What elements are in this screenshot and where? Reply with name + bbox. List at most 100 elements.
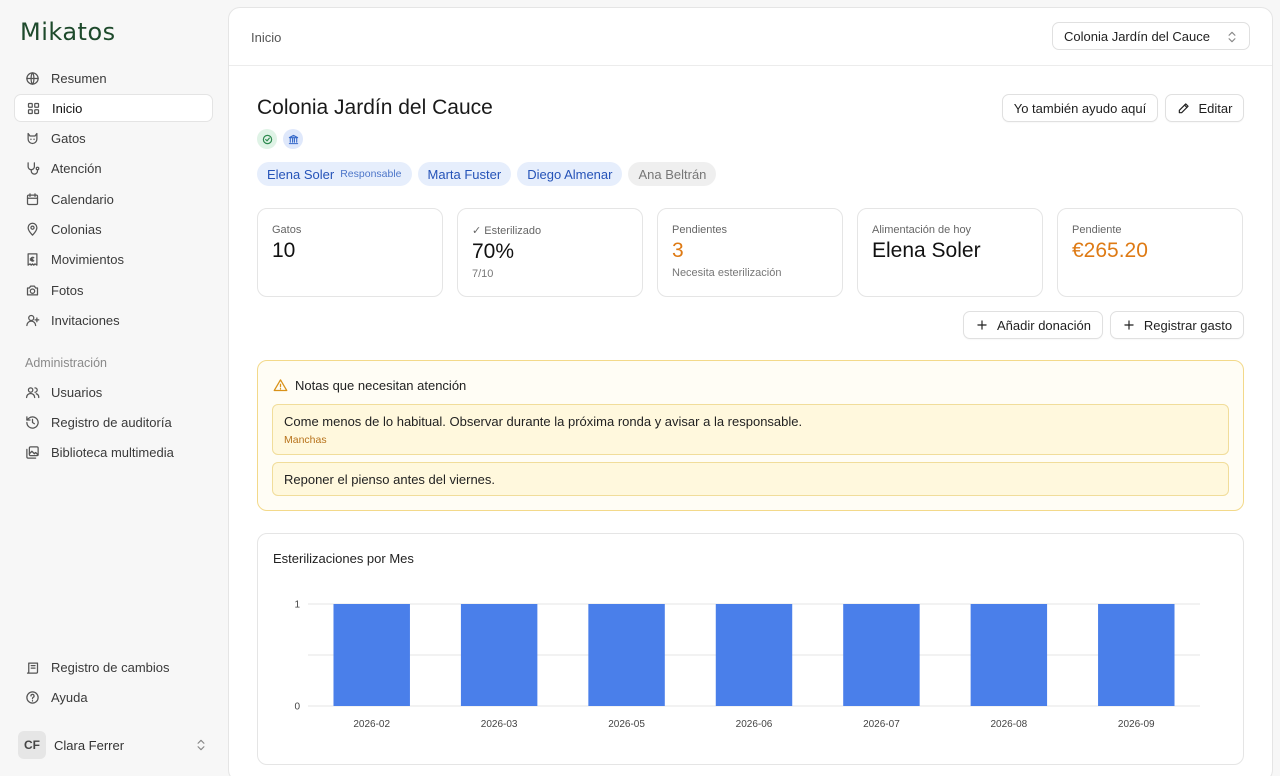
- check-circle-icon: [262, 134, 272, 144]
- plus-icon: [1124, 320, 1134, 330]
- scroll-icon: [24, 659, 40, 675]
- users-icon: [24, 384, 40, 400]
- sidebar-item-label: Gatos: [51, 131, 86, 147]
- user-name: Clara Ferrer: [54, 737, 125, 753]
- camera-icon: [24, 282, 40, 298]
- colony-select[interactable]: Colonia Jardín del Cauce: [1052, 22, 1250, 50]
- sidebar-item-resumen[interactable]: Resumen: [14, 64, 213, 92]
- warning-icon: [273, 379, 288, 392]
- sidebar-nav: Resumen Inicio Gatos Atención Calendario Colo…: [14, 64, 213, 337]
- note-text: Come menos de lo habitual. Observar dura…: [284, 414, 803, 429]
- chart-bar: [460, 604, 538, 706]
- add-expense-button[interactable]: Registrar gasto: [1110, 311, 1244, 339]
- stat-card: Pendientes 3 Necesita esterilización: [657, 208, 843, 297]
- sidebar: Mikatos Resumen Inicio Gatos Atención Calend…: [0, 0, 228, 776]
- sidebar-item-label: Resumen: [51, 70, 107, 86]
- main-panel: Inicio Colonia Jardín del Cauce Colonia …: [228, 7, 1273, 776]
- logo-text: Mikatos: [20, 18, 116, 46]
- add-donation-label: Añadir donación: [997, 317, 1091, 333]
- notes-title-text: Notas que necesitan atención: [295, 378, 467, 393]
- member-chip[interactable]: Marta Fuster: [417, 162, 512, 186]
- member-name: Marta Fuster: [427, 166, 502, 182]
- edit-label: Editar: [1198, 100, 1233, 116]
- sidebar-item-label: Registro de cambios: [51, 659, 170, 675]
- sidebar-item-label: Registro de auditoría: [51, 414, 172, 430]
- sidebar-item-invitaciones[interactable]: Invitaciones: [14, 306, 213, 334]
- chart-y-tick-label: 1: [294, 600, 300, 611]
- attention-notes: Notas que necesitan atención Come menos …: [257, 360, 1244, 511]
- chart-x-tick-label: 2026-09: [1118, 719, 1155, 730]
- member-name: Diego Almenar: [527, 166, 613, 182]
- images-icon: [24, 445, 40, 461]
- stat-value: 70%: [472, 240, 515, 263]
- chart-bar: [588, 604, 665, 706]
- sidebar-item-usuarios[interactable]: Usuarios: [14, 378, 213, 406]
- grid-icon: [25, 100, 41, 116]
- sterilizations-chart-card: Esterilizaciones por Mes 0 1 2026-02 2026-0…: [257, 533, 1244, 765]
- member-name: Elena Soler: [267, 166, 335, 182]
- chart-x-tick-label: 2026-03: [481, 719, 518, 730]
- avatar: CF: [18, 731, 46, 759]
- sidebar-item-registro-de-cambios[interactable]: Registro de cambios: [14, 653, 213, 681]
- notes-title: Notas que necesitan atención: [273, 378, 466, 393]
- sidebar-item-registro-de-auditoría[interactable]: Registro de auditoría: [14, 408, 213, 436]
- plus-icon: [977, 320, 987, 330]
- stat-sub: 7/10: [472, 268, 494, 280]
- stat-label: Alimentación de hoy: [872, 224, 972, 236]
- chart-bar: [333, 604, 410, 706]
- sidebar-item-atención[interactable]: Atención: [14, 155, 213, 183]
- add-donation-button[interactable]: Añadir donación: [963, 311, 1103, 339]
- page-title: Colonia Jardín del Cauce: [257, 96, 493, 119]
- map-pin-icon: [24, 221, 40, 237]
- sidebar-item-label: Fotos: [51, 282, 84, 298]
- help-here-button[interactable]: Yo también ayudo aquí: [1002, 94, 1158, 122]
- stat-value: Elena Soler: [872, 239, 981, 262]
- member-chip[interactable]: Diego Almenar: [517, 162, 623, 186]
- stat-card: Alimentación de hoy Elena Soler: [857, 208, 1043, 297]
- note-item[interactable]: Reponer el pienso antes del viernes.: [272, 462, 1229, 496]
- edit-button[interactable]: Editar: [1165, 94, 1244, 122]
- stethoscope-icon: [24, 161, 40, 177]
- user-menu[interactable]: CF Clara Ferrer: [18, 730, 208, 760]
- sidebar-item-label: Inicio: [52, 100, 83, 116]
- chart-x-tick-label: 2026-06: [736, 719, 773, 730]
- sidebar-item-fotos[interactable]: Fotos: [14, 276, 213, 304]
- stat-value: 3: [672, 239, 684, 262]
- sidebar-item-colonias[interactable]: Colonias: [14, 215, 213, 243]
- stat-label: Pendientes: [672, 224, 728, 236]
- note-tag[interactable]: Manchas: [284, 434, 1217, 446]
- sidebar-item-label: Biblioteca multimedia: [51, 445, 174, 461]
- calendar-icon: [24, 191, 40, 207]
- member-chip[interactable]: Ana Beltrán: [628, 162, 717, 186]
- stat-card: Pendiente €265.20: [1057, 208, 1243, 297]
- chevron-up-down-icon: [1228, 31, 1236, 43]
- member-chip[interactable]: Elena Soler Responsable: [257, 162, 412, 186]
- chart-bar: [970, 604, 1048, 706]
- chart-x-tick-label: 2026-08: [991, 719, 1028, 730]
- cat-icon: [24, 131, 40, 147]
- verified-badge: [257, 129, 277, 149]
- sidebar-item-inicio[interactable]: Inicio: [14, 94, 213, 123]
- colony-badges: [257, 129, 303, 149]
- sidebar-item-calendario[interactable]: Calendario: [14, 185, 213, 213]
- sidebar-item-biblioteca-multimedia[interactable]: Biblioteca multimedia: [14, 439, 213, 467]
- topbar: Inicio Colonia Jardín del Cauce: [229, 8, 1272, 66]
- sidebar-item-gatos[interactable]: Gatos: [14, 125, 213, 153]
- sterilizations-chart: 0 1 2026-02 2026-03 2026-05 2026-06 2026-07 202…: [294, 600, 1200, 730]
- chart-x-tick-label: 2026-02: [353, 719, 390, 730]
- sidebar-item-label: Ayuda: [51, 689, 88, 705]
- chart-bar: [1098, 604, 1175, 706]
- chart-x-tick-label: 2026-05: [608, 719, 645, 730]
- sidebar-item-movimientos[interactable]: Movimientos: [14, 246, 213, 274]
- breadcrumb[interactable]: Inicio: [251, 30, 281, 45]
- stat-label: Pendiente: [1072, 224, 1122, 236]
- sidebar-item-label: Colonias: [51, 221, 102, 237]
- sidebar-item-label: Atención: [51, 161, 102, 177]
- stat-value: €265.20: [1072, 239, 1148, 262]
- sidebar-item-label: Movimientos: [51, 252, 124, 268]
- note-item[interactable]: Come menos de lo habitual. Observar dura…: [272, 404, 1229, 455]
- app-logo[interactable]: Mikatos: [20, 16, 116, 48]
- sidebar-item-ayuda[interactable]: Ayuda: [14, 683, 213, 711]
- chart-x-tick-label: 2026-07: [863, 719, 900, 730]
- help-here-label: Yo también ayudo aquí: [1013, 100, 1147, 116]
